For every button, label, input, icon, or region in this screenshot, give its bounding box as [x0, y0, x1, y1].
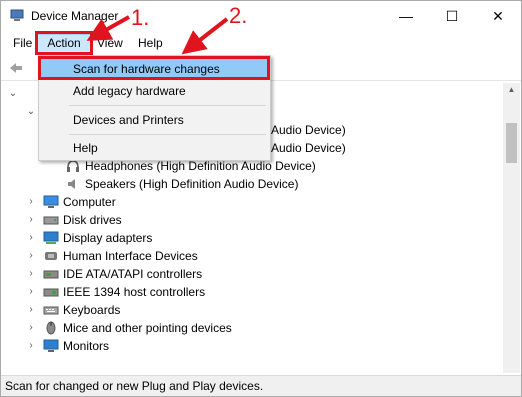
maximize-button[interactable]: ☐ [429, 1, 475, 31]
menu-item-add-legacy-hardware[interactable]: Add legacy hardware [41, 80, 268, 102]
tree-row-speakers[interactable]: Speakers (High Definition Audio Device) [65, 175, 298, 193]
menu-separator [69, 134, 266, 135]
vertical-scrollbar[interactable]: ▲ [503, 83, 520, 373]
collapse-icon[interactable]: ⌄ [7, 85, 19, 103]
display-adapter-icon [43, 231, 59, 244]
tree-row-label: Speakers (High Definition Audio Device) [85, 177, 299, 191]
hid-icon [45, 252, 57, 260]
tree-row-mice[interactable]: › Mice and other pointing devices [25, 319, 232, 337]
ide-controller-icon [43, 270, 59, 279]
expand-icon[interactable]: › [25, 337, 37, 355]
scrollbar-thumb[interactable] [506, 123, 517, 163]
headphones-icon [67, 160, 79, 172]
expand-icon[interactable]: › [25, 193, 37, 211]
tree-row-partial[interactable]: Audio Device) [271, 139, 346, 157]
expand-icon[interactable]: › [25, 247, 37, 265]
expand-icon[interactable]: › [25, 229, 37, 247]
monitor-icon [43, 339, 59, 352]
ieee1394-controller-icon [43, 288, 59, 297]
tree-row-label: Disk drives [63, 213, 122, 227]
tree-row-monitors[interactable]: › Monitors [25, 337, 109, 355]
expand-icon[interactable]: › [25, 283, 37, 301]
menu-item-help[interactable]: Help [41, 137, 268, 159]
window-title: Device Manager [31, 9, 119, 23]
tree-row-keyboards[interactable]: › Keyboards [25, 301, 120, 319]
annotation-highlight-action [35, 31, 93, 55]
menu-view[interactable]: View [91, 34, 129, 53]
expand-icon[interactable]: › [25, 265, 37, 283]
tree-row-label: Human Interface Devices [63, 249, 198, 263]
tree-row-human-interface-devices[interactable]: › Human Interface Devices [25, 247, 198, 265]
tree-row-ide-ata-atapi[interactable]: › IDE ATA/ATAPI controllers [25, 265, 202, 283]
tree-row-partial[interactable]: Audio Device) [271, 121, 346, 139]
tree-row-ieee-1394[interactable]: › IEEE 1394 host controllers [25, 283, 205, 301]
status-bar: Scan for changed or new Plug and Play de… [1, 375, 521, 396]
expand-icon[interactable]: › [25, 301, 37, 319]
keyboard-icon [43, 306, 59, 315]
mouse-icon [46, 321, 56, 335]
tree-row-label: Display adapters [63, 231, 153, 245]
tree-root-row[interactable]: ⌄ [7, 85, 25, 103]
tree-row-computer[interactable]: › Computer [25, 193, 116, 211]
device-manager-icon [10, 9, 24, 21]
tree-row-label: Audio Device) [271, 141, 346, 155]
scroll-up-arrow-icon[interactable]: ▲ [503, 83, 520, 97]
menu-item-devices-and-printers[interactable]: Devices and Printers [41, 109, 268, 131]
back-arrow-icon[interactable] [7, 59, 25, 77]
tree-row-label: IEEE 1394 host controllers [63, 285, 206, 299]
annotation-step-2: 2. [229, 3, 248, 28]
tree-row-label: IDE ATA/ATAPI controllers [63, 267, 203, 281]
tree-row-label: Mice and other pointing devices [63, 321, 232, 335]
menu-help[interactable]: Help [132, 34, 169, 53]
tree-row-label: Monitors [63, 339, 110, 353]
status-text: Scan for changed or new Plug and Play de… [5, 379, 264, 393]
annotation-step-1: 1. [131, 5, 150, 30]
annotation-highlight-scan [38, 56, 270, 80]
tree-row-label: Audio Device) [271, 123, 346, 137]
tree-row-label: Keyboards [63, 303, 121, 317]
minimize-button[interactable]: — [383, 1, 429, 31]
speaker-icon [68, 179, 75, 189]
expand-icon[interactable]: › [25, 211, 37, 229]
collapse-icon[interactable]: ⌄ [25, 103, 37, 121]
device-manager-window: Device Manager — ☐ ✕ File Action View He… [0, 0, 522, 397]
computer-icon [43, 195, 59, 208]
tree-row-disk-drives[interactable]: › Disk drives [25, 211, 122, 229]
expand-icon[interactable]: › [25, 319, 37, 337]
title-bar: Device Manager — ☐ ✕ [1, 1, 521, 31]
menu-separator [69, 105, 266, 106]
tree-row-display-adapters[interactable]: › Display adapters [25, 229, 152, 247]
tree-row-label: Computer [63, 195, 116, 209]
menu-file[interactable]: File [7, 34, 38, 53]
disk-drive-icon [43, 216, 59, 225]
close-button[interactable]: ✕ [475, 1, 521, 31]
